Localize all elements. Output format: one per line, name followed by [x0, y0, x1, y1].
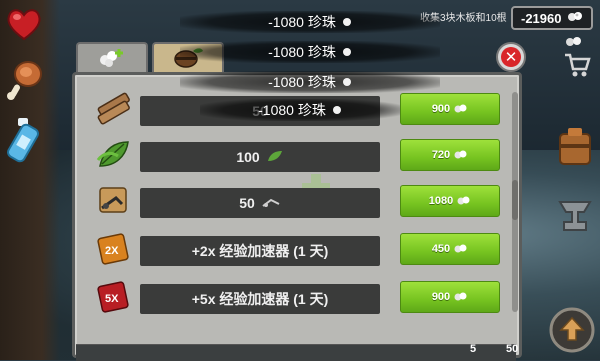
- svg-text:5X: 5X: [105, 293, 119, 305]
- pearl-icon: [342, 14, 352, 30]
- close-button[interactable]: ✕: [496, 42, 526, 72]
- build-arrow-up-icon[interactable]: [548, 306, 596, 359]
- price-label: 1080: [428, 195, 454, 207]
- left-sidebar: [0, 0, 60, 360]
- pearl-icon: [332, 102, 342, 118]
- inventory-hotbar: [76, 344, 516, 361]
- price-label: 900: [431, 103, 451, 115]
- crafting-chest-icon[interactable]: [554, 124, 596, 175]
- shop-item-row: 5X +5x 经验加速器 (1 天) 900: [92, 280, 502, 316]
- pearl-icon: [457, 195, 471, 208]
- wood-planks-icon: [94, 88, 134, 128]
- purchase-toast: -1080 珍珠: [180, 11, 440, 33]
- pearl-icon: [342, 74, 352, 90]
- item-amount-bar: 50: [140, 188, 380, 218]
- item-amount: 50: [239, 195, 255, 211]
- leaves-icon: [94, 134, 134, 174]
- toast-text: -1080 珍珠: [268, 44, 336, 60]
- anvil-icon[interactable]: [554, 192, 596, 241]
- shop-cart-icon[interactable]: [562, 50, 592, 85]
- xp-2x-icon: 2X: [94, 228, 134, 268]
- svg-text:2X: 2X: [105, 245, 119, 257]
- tab-pearls-shop[interactable]: [76, 42, 148, 74]
- scrap-icon: [261, 195, 281, 211]
- price-label: 720: [431, 149, 451, 161]
- health-heart-icon[interactable]: [4, 4, 44, 49]
- pearl-icon: [454, 291, 468, 304]
- buy-button[interactable]: 720: [400, 139, 500, 171]
- close-icon: ✕: [501, 47, 521, 67]
- shop-item-row: 2X +2x 经验加速器 (1 天) 450: [92, 232, 502, 268]
- pearls-icon: [564, 34, 584, 52]
- shop-item-row: 100 720: [92, 138, 502, 174]
- hotbar-count: 5: [470, 343, 477, 355]
- purchase-toast: -1080 珍珠: [180, 71, 440, 93]
- scrollbar-thumb[interactable]: [512, 180, 518, 220]
- shop-scrollbar[interactable]: [512, 92, 518, 312]
- buy-button[interactable]: 450: [400, 233, 500, 265]
- pearl-balance-value: -21960: [521, 10, 562, 26]
- hotbar-count: 50: [506, 343, 519, 355]
- pearl-icon: [342, 44, 352, 60]
- xp-5x-icon: 5X: [94, 276, 134, 316]
- pearl-icon: [454, 243, 468, 256]
- buy-button[interactable]: 1080: [400, 185, 500, 217]
- item-amount: +2x 经验加速器 (1 天): [191, 243, 329, 259]
- item-amount-bar: +2x 经验加速器 (1 天): [140, 236, 380, 266]
- leaf-icon: [266, 149, 284, 166]
- toast-text: -1080 珍珠: [268, 74, 336, 90]
- water-bottle-icon[interactable]: [6, 116, 42, 169]
- food-meat-icon[interactable]: [6, 58, 44, 107]
- item-amount: 100: [236, 149, 260, 165]
- shop-item-row: 50 1080: [92, 184, 502, 220]
- purchase-toast: -1080 珍珠: [200, 99, 400, 121]
- item-amount: +5x 经验加速器 (1 天): [191, 291, 329, 307]
- buy-button[interactable]: 900: [400, 93, 500, 125]
- toast-text: -1080 珍珠: [258, 102, 326, 118]
- price-label: 450: [431, 243, 451, 255]
- price-label: 900: [431, 291, 451, 303]
- buy-button[interactable]: 900: [400, 281, 500, 313]
- purchase-toast: -1080 珍珠: [180, 41, 440, 63]
- item-amount-bar: +5x 经验加速器 (1 天): [140, 284, 380, 314]
- pearls-plus-icon: [97, 46, 127, 73]
- toast-text: -1080 珍珠: [268, 14, 336, 30]
- scrap-crate-icon: [94, 180, 134, 220]
- pearl-icon: [454, 149, 468, 162]
- pearl-icon: [454, 103, 468, 116]
- item-amount-bar: 100: [140, 142, 380, 172]
- pearl-icon: [567, 9, 583, 27]
- pearl-balance-box: -21960: [511, 6, 593, 30]
